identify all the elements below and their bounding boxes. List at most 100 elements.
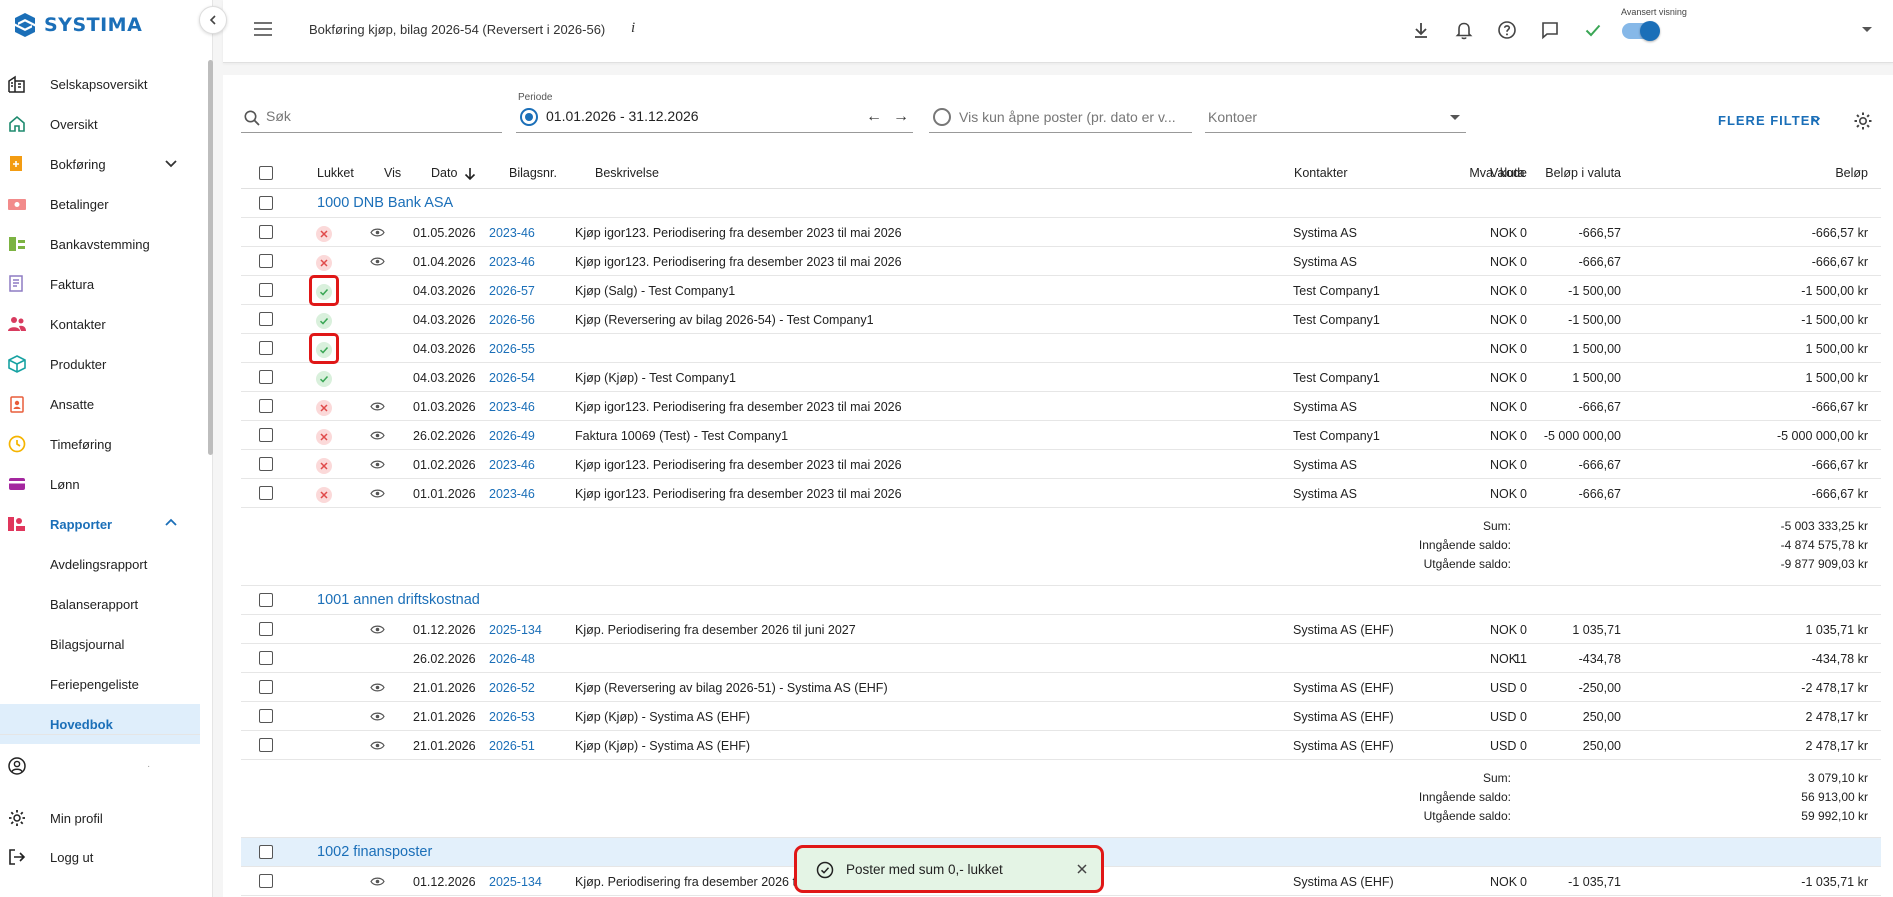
open-status-x-icon[interactable] xyxy=(316,226,332,242)
closed-status-check-icon[interactable] xyxy=(316,313,332,329)
row-voucher-link[interactable]: 2026-51 xyxy=(489,739,535,753)
sidebar-subitem-balanserapport[interactable]: Balanserapport xyxy=(0,584,200,624)
row-voucher-link[interactable]: 2025-134 xyxy=(489,875,542,889)
sidebar-item-produkter[interactable]: Produkter xyxy=(0,344,200,384)
row-voucher-link[interactable]: 2023-46 xyxy=(489,487,535,501)
table-row[interactable]: 01.01.2026 2023-46 Kjøp igor123. Periodise… xyxy=(241,479,1881,508)
row-checkbox[interactable] xyxy=(259,225,273,239)
open-status-x-icon[interactable] xyxy=(316,458,332,474)
row-checkbox[interactable] xyxy=(259,428,273,442)
open-only-filter[interactable]: Vis kun åpne poster (pr. dato er v... xyxy=(929,103,1192,133)
open-only-radio[interactable] xyxy=(933,108,951,126)
group-checkbox[interactable] xyxy=(259,845,273,859)
close-icon[interactable] xyxy=(1076,863,1088,875)
period-field[interactable]: Periode 01.01.2026 - 31.12.2026 ← → xyxy=(516,92,913,133)
prev-period-arrow-icon[interactable]: ← xyxy=(866,108,882,126)
sidebar-item-rapporter[interactable]: Rapporter xyxy=(0,504,200,544)
sidebar-scrollbar[interactable] xyxy=(208,60,213,455)
open-status-x-icon[interactable] xyxy=(316,400,332,416)
row-voucher-link[interactable]: 2026-57 xyxy=(489,284,535,298)
row-checkbox[interactable] xyxy=(259,283,273,297)
sidebar-item-oversikt[interactable]: Oversikt xyxy=(0,104,200,144)
table-row[interactable]: 21.01.2026 2026-53 Kjøp (Kjøp) - Systima A… xyxy=(241,702,1881,731)
sidebar-item-faktura[interactable]: Faktura xyxy=(0,264,200,304)
download-icon[interactable] xyxy=(1410,19,1432,41)
sidebar-item-betalinger[interactable]: Betalinger xyxy=(0,184,200,224)
row-checkbox[interactable] xyxy=(259,399,273,413)
chat-icon[interactable] xyxy=(1539,19,1561,41)
bell-icon[interactable] xyxy=(1453,19,1475,41)
row-checkbox[interactable] xyxy=(259,874,273,888)
row-checkbox[interactable] xyxy=(259,622,273,636)
table-row[interactable]: 01.05.2026 2023-46 Kjøp igor123. Periodise… xyxy=(241,218,1881,247)
select-all-checkbox[interactable] xyxy=(259,166,273,180)
row-voucher-link[interactable]: 2026-53 xyxy=(489,710,535,724)
chevron-down-icon[interactable] xyxy=(1811,115,1821,125)
sidebar-item-bankavstemming[interactable]: Bankavstemming xyxy=(0,224,200,264)
table-row[interactable]: 21.01.2026 2026-51 Kjøp (Kjøp) - Systima A… xyxy=(241,731,1881,760)
sidebar-item-lonn[interactable]: Lønn xyxy=(0,464,200,504)
row-voucher-link[interactable]: 2026-48 xyxy=(489,652,535,666)
table-row[interactable]: 26.02.2026 2026-49 Faktura 10069 (Test) - … xyxy=(241,421,1881,450)
row-voucher-link[interactable]: 2023-46 xyxy=(489,400,535,414)
sidebar-item-selskapsoversikt[interactable]: Selskapsoversikt xyxy=(0,64,200,104)
row-voucher-link[interactable]: 2023-46 xyxy=(489,226,535,240)
more-filters-button[interactable]: FLERE FILTER xyxy=(1718,113,1821,128)
menu-icon[interactable] xyxy=(254,22,272,36)
sort-arrow-down-icon[interactable] xyxy=(464,167,476,181)
row-checkbox[interactable] xyxy=(259,651,273,665)
sidebar-item-logg-ut[interactable]: Logg ut xyxy=(0,838,200,876)
row-voucher-link[interactable]: 2026-54 xyxy=(489,371,535,385)
row-checkbox[interactable] xyxy=(259,341,273,355)
accounts-select[interactable]: Kontoer xyxy=(1205,103,1466,133)
row-voucher-link[interactable]: 2026-52 xyxy=(489,681,535,695)
row-checkbox[interactable] xyxy=(259,680,273,694)
row-checkbox[interactable] xyxy=(259,254,273,268)
row-checkbox[interactable] xyxy=(259,312,273,326)
check-icon[interactable] xyxy=(1582,19,1604,41)
sidebar-item-timeforing[interactable]: Timeføring xyxy=(0,424,200,464)
row-voucher-link[interactable]: 2026-56 xyxy=(489,313,535,327)
row-checkbox[interactable] xyxy=(259,486,273,500)
sidebar-item-kontakter[interactable]: Kontakter xyxy=(0,304,200,344)
info-icon[interactable]: i xyxy=(631,20,635,37)
table-row[interactable]: 01.04.2026 2023-46 Kjøp igor123. Periodise… xyxy=(241,247,1881,276)
row-checkbox[interactable] xyxy=(259,457,273,471)
row-voucher-link[interactable]: 2023-46 xyxy=(489,458,535,472)
row-voucher-link[interactable]: 2023-46 xyxy=(489,255,535,269)
sidebar-subitem-hovedbok[interactable]: Hovedbok xyxy=(0,704,200,744)
sidebar-item-min-profil[interactable]: Min profil xyxy=(0,799,200,837)
table-row[interactable]: 26.02.2026 2026-48 11 -434,78 NOK -434,78 kr xyxy=(241,644,1881,673)
sidebar-subitem-avdelingsrapport[interactable]: Avdelingsrapport xyxy=(0,544,200,584)
advanced-view-toggle[interactable] xyxy=(1622,21,1660,41)
sidebar-subitem-feriepengeliste[interactable]: Feriepengeliste xyxy=(0,664,200,704)
table-row[interactable]: 01.02.2026 2023-46 Kjøp igor123. Periodise… xyxy=(241,450,1881,479)
chevron-down-icon[interactable] xyxy=(1862,27,1872,32)
group-checkbox[interactable] xyxy=(259,593,273,607)
table-row[interactable]: 21.01.2026 2026-52 Kjøp (Reversering av bi… xyxy=(241,673,1881,702)
table-row[interactable]: 04.03.2026 2026-56 Kjøp (Reversering av bi… xyxy=(241,305,1881,334)
row-voucher-link[interactable]: 2026-49 xyxy=(489,429,535,443)
open-status-x-icon[interactable] xyxy=(316,255,332,271)
sidebar-item-bokforing[interactable]: Bokføring xyxy=(0,144,200,184)
table-settings-gear-icon[interactable] xyxy=(1853,111,1873,131)
help-icon[interactable] xyxy=(1496,19,1518,41)
table-row[interactable]: 04.03.2026 2026-55 0 1 500,00 NOK 1 500,00 kr xyxy=(241,333,1881,364)
account-group-title[interactable]: 1000 DNB Bank ASA xyxy=(317,195,453,211)
row-voucher-link[interactable]: 2026-55 xyxy=(489,342,535,356)
account-group-title[interactable]: 1002 finansposter xyxy=(317,844,432,860)
table-row[interactable]: 01.03.2026 2023-46 Kjøp igor123. Periodise… xyxy=(241,392,1881,421)
period-radio[interactable] xyxy=(520,108,538,126)
account-switcher[interactable]: · xyxy=(0,747,200,785)
collapse-sidebar-button[interactable] xyxy=(199,6,227,34)
account-group-title[interactable]: 1001 annen driftskostnad xyxy=(317,592,480,608)
sidebar-item-ansatte[interactable]: Ansatte xyxy=(0,384,200,424)
open-status-x-icon[interactable] xyxy=(316,429,332,445)
open-status-x-icon[interactable] xyxy=(316,487,332,503)
table-row[interactable]: 04.03.2026 2026-57 Kjøp (Salg) - Test Comp… xyxy=(241,275,1881,306)
group-checkbox[interactable] xyxy=(259,196,273,210)
col-dato[interactable]: Dato xyxy=(431,166,457,180)
table-row[interactable]: 01.12.2026 2025-134 Kjøp. Periodisering fr… xyxy=(241,615,1881,644)
table-row[interactable]: 04.03.2026 2026-54 Kjøp (Kjøp) - Test Comp… xyxy=(241,363,1881,392)
closed-status-check-icon[interactable] xyxy=(316,371,332,387)
